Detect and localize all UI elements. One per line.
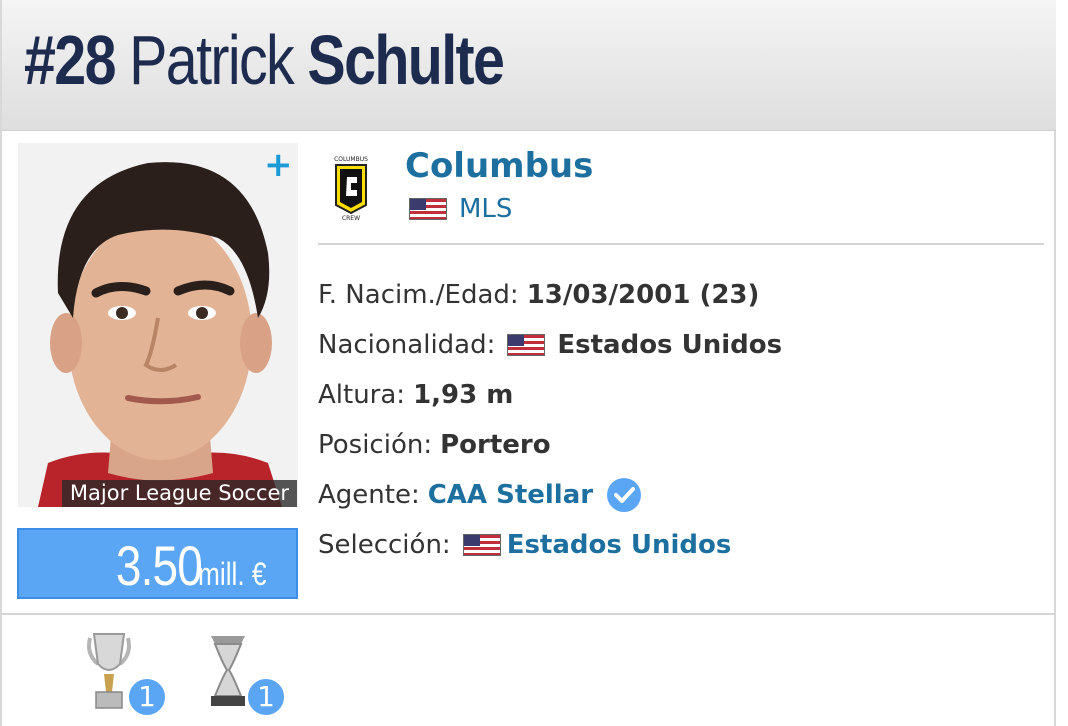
position-label: Posición: bbox=[318, 430, 433, 460]
market-value-amount: 3.50 bbox=[115, 534, 203, 597]
player-title: #28 Patrick Schulte bbox=[24, 20, 505, 100]
market-value-unit: mill. € bbox=[198, 556, 267, 592]
divider bbox=[2, 613, 1056, 615]
agent-label: Agente: bbox=[318, 480, 420, 510]
birth-row: F. Nacim./Edad: 13/03/2001 (23) bbox=[318, 270, 782, 320]
nationality-row: Nacionalidad: Estados Unidos bbox=[318, 320, 782, 370]
usa-flag-icon bbox=[409, 198, 447, 220]
agent-link[interactable]: CAA Stellar bbox=[428, 476, 593, 514]
player-details: F. Nacim./Edad: 13/03/2001 (23) Nacional… bbox=[318, 270, 782, 570]
verified-check-icon bbox=[607, 478, 642, 512]
trophy-count-badge: 1 bbox=[245, 676, 287, 718]
height-row: Altura: 1,93 m bbox=[318, 370, 782, 420]
national-team-label: Selección: bbox=[318, 530, 451, 560]
nationality-label: Nacionalidad: bbox=[318, 330, 496, 360]
agent-row: Agente: CAA Stellar bbox=[318, 470, 782, 520]
usa-flag-icon bbox=[462, 534, 501, 556]
national-team-link[interactable]: Estados Unidos bbox=[507, 526, 732, 564]
height-label: Altura: bbox=[318, 380, 406, 410]
trophy-cup[interactable]: 1 bbox=[203, 630, 287, 720]
divider bbox=[318, 243, 1044, 245]
birth-value: 13/03/2001 (23) bbox=[526, 280, 760, 310]
usa-flag-icon bbox=[507, 334, 546, 356]
club-name-link[interactable]: Columbus bbox=[405, 146, 593, 186]
svg-text:COLUMBUS: COLUMBUS bbox=[334, 156, 368, 163]
player-profile-card: #28 Patrick Schulte Major League Soccer … bbox=[0, 0, 1056, 726]
columbus-crew-logo-icon[interactable]: COLUMBUS CREW bbox=[332, 155, 370, 222]
trophy-count-badge: 1 bbox=[126, 676, 168, 718]
nationality-value: Estados Unidos bbox=[557, 330, 783, 360]
birth-label: F. Nacim./Edad: bbox=[318, 280, 519, 310]
player-first-name: Patrick bbox=[129, 21, 295, 99]
photo-caption: Major League Soccer bbox=[62, 480, 297, 507]
height-value: 1,93 m bbox=[413, 380, 514, 410]
position-row: Posición: Portero bbox=[318, 420, 782, 470]
player-last-name: Schulte bbox=[307, 21, 504, 99]
trophy-mls-cup[interactable]: 1 bbox=[84, 630, 168, 720]
league-name: MLS bbox=[459, 194, 513, 224]
league-link[interactable]: MLS bbox=[409, 194, 512, 224]
add-plus-icon[interactable]: + bbox=[264, 148, 293, 182]
player-header: #28 Patrick Schulte bbox=[2, 0, 1056, 131]
shirt-number: #28 bbox=[24, 21, 116, 99]
position-value: Portero bbox=[440, 430, 551, 460]
national-team-row: Selección: Estados Unidos bbox=[318, 520, 782, 570]
market-value-box[interactable]: 3.50 mill. € bbox=[17, 528, 298, 599]
svg-text:CREW: CREW bbox=[342, 215, 360, 221]
player-photo[interactable] bbox=[18, 143, 298, 507]
